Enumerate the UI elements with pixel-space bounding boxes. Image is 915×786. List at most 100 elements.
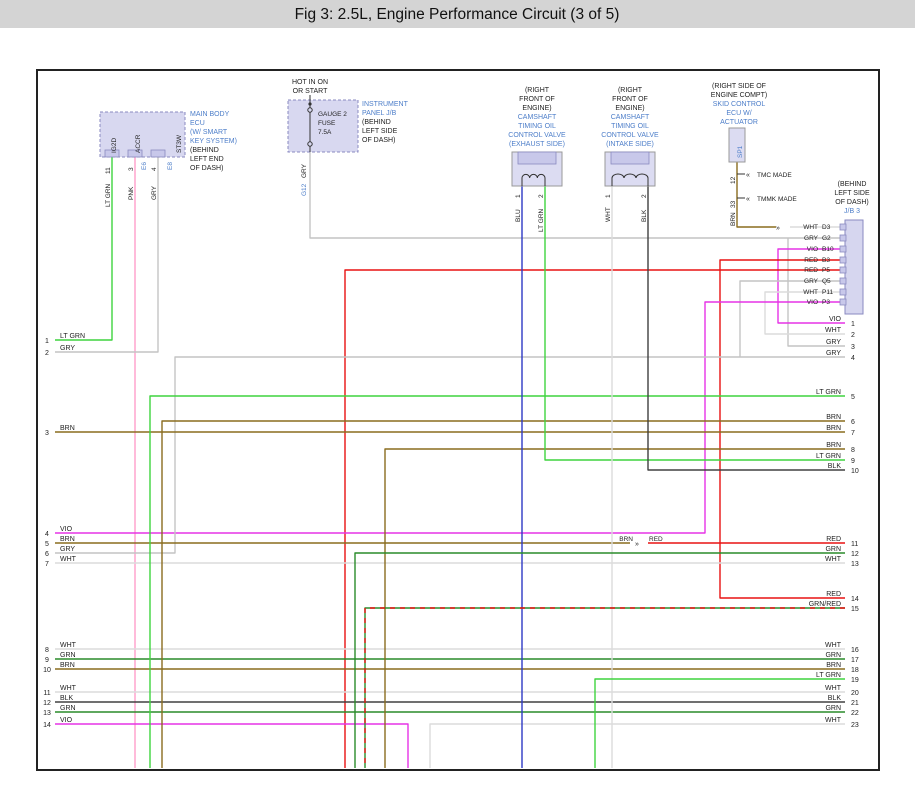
left-row-label: GRN: [60, 652, 76, 659]
right-row-number: 6: [851, 419, 855, 426]
jb-location: (BEHIND: [362, 119, 391, 126]
right-row-label: GRN: [825, 546, 841, 553]
skid-name: ACTUATOR: [720, 119, 758, 126]
ecu-pin-number: 4: [151, 167, 158, 171]
left-row-label: LT GRN: [60, 333, 85, 340]
valve-location: (RIGHT: [618, 87, 643, 94]
jb3-pin-notch: [840, 267, 846, 273]
inline-chevron-icon: »: [776, 225, 780, 232]
jb3-pin-notch: [840, 235, 846, 241]
right-row-label: GRY: [826, 339, 841, 346]
diagram-frame: [37, 70, 879, 770]
ecu-connector-id: E8: [167, 162, 174, 170]
tap-label: TMC MADE: [757, 172, 792, 179]
right-row-label: RED: [826, 591, 841, 598]
left-row-label: GRY: [60, 546, 75, 553]
right-row-number: 15: [851, 606, 859, 613]
valve-wire-label: LT GRN: [538, 208, 545, 232]
left-row-label: WHT: [60, 556, 77, 563]
right-row-label: WHT: [825, 556, 842, 563]
left-row-label: GRN: [60, 705, 76, 712]
valve-pin-number: 2: [641, 194, 648, 198]
jb3-pin-notch: [840, 299, 846, 305]
jb3-block: [845, 220, 863, 314]
ecu-name: KEY SYSTEM): [190, 138, 237, 145]
jb-location: LEFT SIDE: [362, 128, 398, 135]
jb3-wire-label: WHT: [803, 289, 818, 296]
ecu-connector-id: E6: [141, 162, 148, 170]
inline-right-label: RED: [649, 536, 663, 543]
jb3-cavity: P11: [822, 289, 833, 296]
right-row-number: 19: [851, 677, 859, 684]
jb3-wire-label: GRY: [804, 278, 819, 285]
valve-name: (INTAKE SIDE): [606, 141, 654, 148]
right-row-label: LT GRN: [816, 453, 841, 460]
jb3-pin-notch: [840, 246, 846, 252]
jb3-pin-notch: [840, 278, 846, 284]
ecu-pin-number: 3: [128, 167, 135, 171]
tap-pin-number: 33: [730, 200, 737, 208]
valve-location: FRONT OF: [612, 96, 648, 103]
page-title: Fig 3: 2.5L, Engine Performance Circuit …: [295, 6, 620, 23]
valve-pin-number: 2: [538, 194, 545, 198]
ecu-location: OF DASH): [190, 165, 223, 172]
jb3-cavity: G2: [822, 235, 831, 242]
right-row-number: 7: [851, 430, 855, 437]
right-row-label: BRN: [826, 425, 841, 432]
right-row-number: 20: [851, 690, 859, 697]
right-row-label: VIO: [829, 316, 842, 323]
jb3-wire-label: VIO: [807, 246, 818, 253]
left-row-number: 12: [43, 700, 51, 707]
right-row-label: GRN: [825, 652, 841, 659]
ecu-connector-notch: [151, 150, 165, 157]
skid-connector-id: SP1: [737, 145, 744, 158]
valve-name: TIMING OIL: [518, 123, 556, 130]
valve-wire-label: WHT: [605, 207, 612, 222]
jb3-wire-label: WHT: [803, 224, 818, 231]
ecu-pin-name: IG2D: [111, 138, 118, 153]
left-row-number: 9: [45, 657, 49, 664]
left-row-label: BRN: [60, 536, 75, 543]
hot-label: OR START: [293, 88, 328, 95]
ecu-pin-name: ACCR: [135, 134, 142, 153]
left-row-label: BLK: [60, 695, 74, 702]
right-row-number: 16: [851, 647, 859, 654]
right-row-label: BLK: [828, 695, 842, 702]
left-row-number: 14: [43, 722, 51, 729]
skid-name: SKID CONTROL: [713, 101, 766, 108]
jb3-wire-label: GRY: [804, 235, 819, 242]
valve-name: CONTROL VALVE: [601, 132, 659, 139]
skid-location: (RIGHT SIDE OF: [712, 83, 766, 90]
right-row-number: 1: [851, 321, 855, 328]
left-row-number: 5: [45, 541, 49, 548]
right-row-number: 8: [851, 447, 855, 454]
jb-name: INSTRUMENT: [362, 101, 409, 108]
jb3-cavity: B3: [822, 257, 830, 264]
right-row-number: 13: [851, 561, 859, 568]
left-row-number: 6: [45, 551, 49, 558]
right-row-number: 4: [851, 355, 855, 362]
jb3-location: OF DASH): [835, 199, 868, 206]
right-row-number: 10: [851, 468, 859, 475]
inline-left-label: BRN: [619, 536, 633, 543]
jb3-pin-notch: [840, 224, 846, 230]
jb3-location: (BEHIND: [838, 181, 867, 188]
jb3-cavity: Q5: [822, 278, 831, 285]
jb-name: PANEL J/B: [362, 110, 397, 117]
ecu-name: MAIN BODY: [190, 111, 230, 118]
right-row-number: 22: [851, 710, 859, 717]
right-row-label: BRN: [826, 414, 841, 421]
jb3-wire-label: RED: [804, 257, 818, 264]
ecu-name: (W/ SMART: [190, 129, 228, 136]
tap-pin-number: 12: [730, 176, 737, 184]
left-row-label: BRN: [60, 662, 75, 669]
valve-location: ENGINE): [522, 105, 551, 112]
left-row-number: 4: [45, 531, 49, 538]
right-row-number: 12: [851, 551, 859, 558]
fuse-label: FUSE: [318, 120, 336, 127]
right-row-number: 11: [851, 541, 858, 548]
valve-location: (RIGHT: [525, 87, 550, 94]
skid-wire-label: BRN: [730, 212, 737, 226]
jb3-cavity: P3: [822, 299, 830, 306]
fuse-cavity: G12: [301, 183, 308, 196]
